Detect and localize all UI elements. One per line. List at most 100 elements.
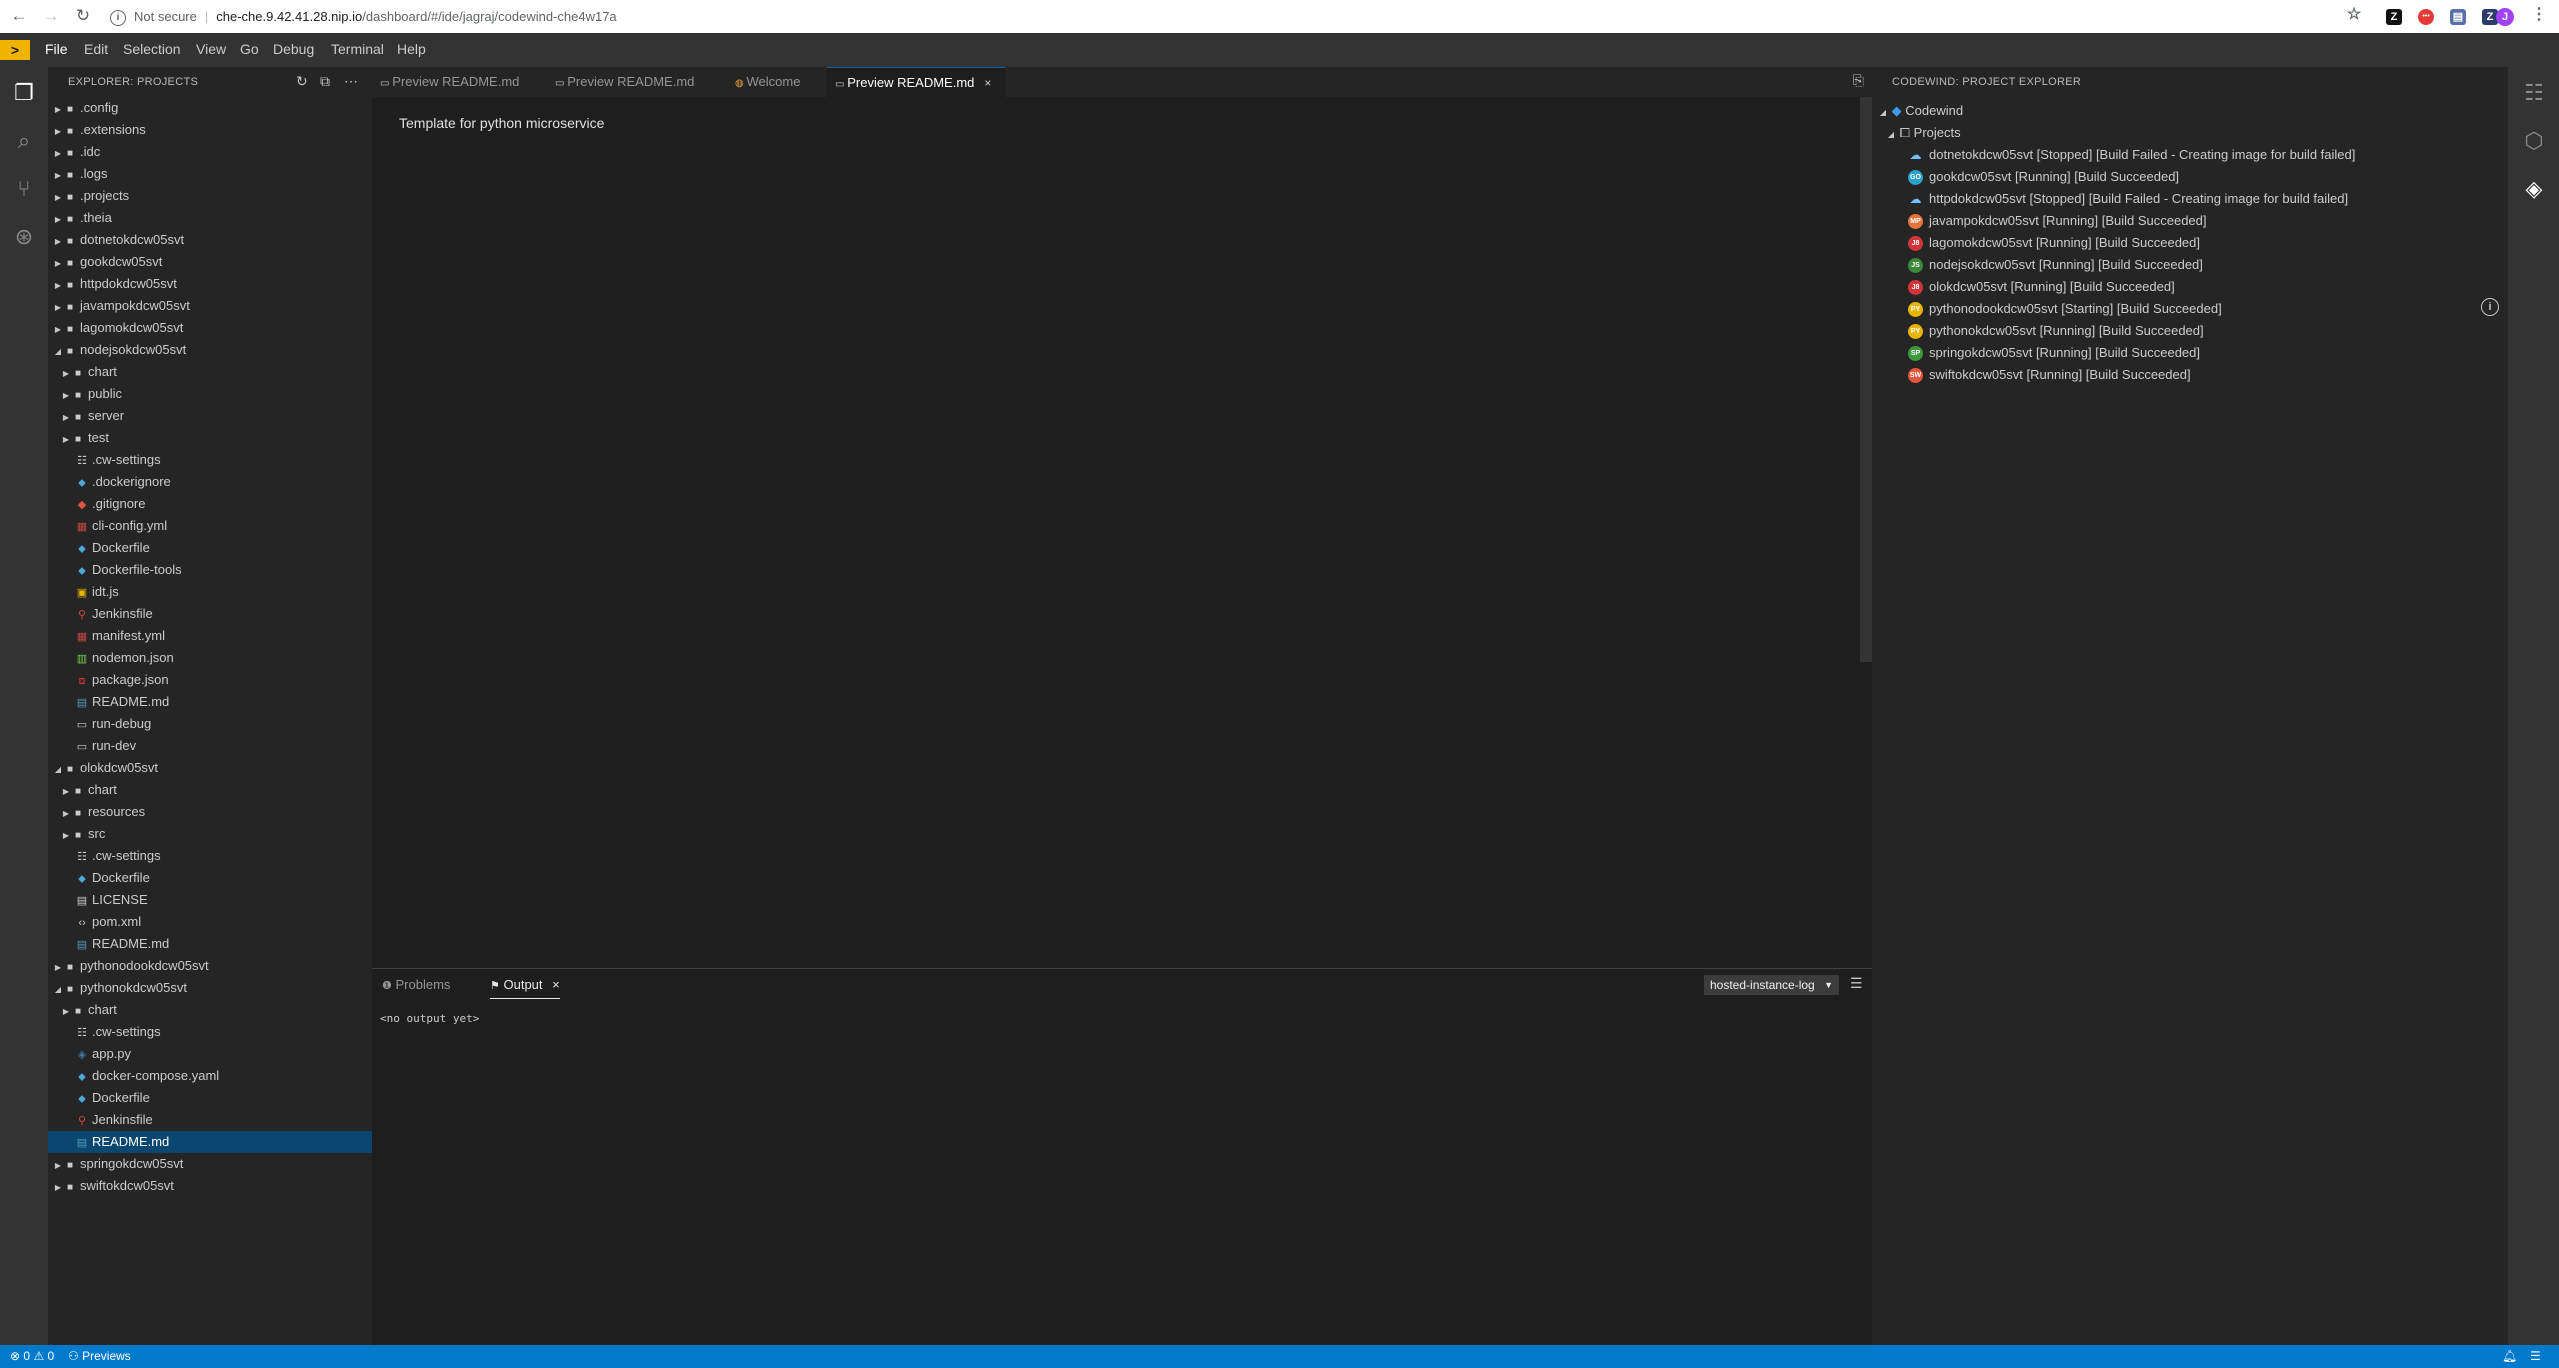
codewind-project[interactable]: SP springokdcw05svt [Running] [Build Succ… (1908, 342, 2200, 364)
tree-folder[interactable]: ▶ ■ public (48, 383, 372, 405)
tree-file[interactable]: ◆ .gitignore (48, 493, 372, 515)
codewind-project[interactable]: GO gookdcw05svt [Running] [Build Succeede… (1908, 166, 2179, 188)
tree-folder[interactable]: ▶ ■ httpdokdcw05svt (48, 273, 372, 295)
tree-file[interactable]: ‹› pom.xml (48, 911, 372, 933)
tree-folder[interactable]: ▶ ■ swiftokdcw05svt (48, 1175, 372, 1197)
tree-file[interactable]: ▭ run-debug (48, 713, 372, 735)
tree-file[interactable]: ▣ idt.js (48, 581, 372, 603)
tree-file[interactable]: ⬥ docker-compose.yaml (48, 1065, 372, 1087)
tree-file[interactable]: ▦ manifest.yml (48, 625, 372, 647)
debug-icon[interactable]: ⊛ (8, 221, 40, 253)
menu-debug[interactable]: Debug (273, 41, 314, 57)
codewind-project[interactable]: MP javampokdcw05svt [Running] [Build Succ… (1908, 210, 2207, 232)
search-icon[interactable]: ⌕ (8, 125, 40, 157)
back-icon[interactable]: ← (8, 5, 30, 27)
tree-folder[interactable]: ▶ ■ .theia (48, 207, 372, 229)
tree-file[interactable]: ▤ README.md (48, 691, 372, 713)
tree-file[interactable]: ⚲ Jenkinsfile (48, 603, 372, 625)
close-icon[interactable]: × (552, 977, 560, 992)
tab-output[interactable]: ⚑ Output × (490, 977, 560, 999)
editor-tab[interactable]: ▭ Preview README.md (372, 67, 547, 97)
plugins-cube-icon[interactable]: ⬡ (2518, 125, 2550, 157)
tab-problems[interactable]: ❶ Problems (382, 977, 450, 992)
tree-folder[interactable]: ▶ ■ springokdcw05svt (48, 1153, 372, 1175)
menu-edit[interactable]: Edit (84, 41, 108, 57)
tree-folder[interactable]: ▶ ■ .config (48, 97, 372, 119)
open-preview-icon[interactable]: ⎘ (1853, 72, 1864, 89)
tree-folder[interactable]: ▶ ■ .extensions (48, 119, 372, 141)
output-channel-select[interactable]: hosted-instance-log ▼ (1704, 975, 1839, 995)
codewind-root[interactable]: ◢ ◆ Codewind (1878, 100, 1963, 122)
editor-scrollbar[interactable] (1860, 97, 1872, 662)
tree-file[interactable]: ▤ README.md (48, 1131, 372, 1153)
more-actions-icon[interactable]: ⋯ (344, 73, 358, 90)
tree-file[interactable]: ☷ .cw-settings (48, 845, 372, 867)
tree-folder[interactable]: ▶ ■ lagomokdcw05svt (48, 317, 372, 339)
tree-folder[interactable]: ▶ ■ resources (48, 801, 372, 823)
tree-folder[interactable]: ▶ ■ test (48, 427, 372, 449)
tree-folder[interactable]: ◢ ■ olokdcw05svt (48, 757, 372, 779)
previews-status[interactable]: ⚇ Previews (68, 1345, 131, 1368)
bookmark-star-icon[interactable]: ☆ (2346, 7, 2362, 23)
menu-selection[interactable]: Selection (123, 41, 181, 57)
menu-help[interactable]: Help (397, 41, 426, 57)
tree-folder[interactable]: ▶ ■ .logs (48, 163, 372, 185)
editor-tab[interactable]: ▭ Preview README.md (547, 67, 727, 97)
info-icon[interactable]: i (110, 9, 126, 26)
tree-file[interactable]: ▤ LICENSE (48, 889, 372, 911)
tree-folder[interactable]: ◢ ■ nodejsokdcw05svt (48, 339, 372, 361)
tree-file[interactable]: ◈ app.py (48, 1043, 372, 1065)
tree-file[interactable]: ▭ run-dev (48, 735, 372, 757)
tree-file[interactable]: ⬥ Dockerfile (48, 1087, 372, 1109)
tree-folder[interactable]: ▶ ■ .idc (48, 141, 372, 163)
info-icon[interactable]: i (2481, 298, 2499, 316)
tree-folder[interactable]: ▶ ■ pythonodookdcw05svt (48, 955, 372, 977)
tree-folder[interactable]: ▶ ■ src (48, 823, 372, 845)
codewind-project[interactable]: JS nodejsokdcw05svt [Running] [Build Succ… (1908, 254, 2203, 276)
reload-icon[interactable]: ↻ (72, 5, 94, 27)
tree-file[interactable]: ⬥ Dockerfile-tools (48, 559, 372, 581)
close-icon[interactable]: × (984, 76, 991, 90)
codewind-project[interactable]: ☁ httpdokdcw05svt [Stopped] [Build Failed… (1908, 188, 2349, 210)
notifications-bell-icon[interactable]: 🔔︎ (2502, 1345, 2517, 1368)
address-bar[interactable]: i Not secure | che-che.9.42.41.28.nip.io/da… (110, 4, 2350, 29)
tree-file[interactable]: ⬥ Dockerfile (48, 537, 372, 559)
editor-tab[interactable]: ▭ Preview README.md × (827, 67, 1005, 97)
tree-file[interactable]: ☷ .cw-settings (48, 449, 372, 471)
tree-file[interactable]: ▥ nodemon.json (48, 647, 372, 669)
tree-folder[interactable]: ▶ ■ javampokdcw05svt (48, 295, 372, 317)
tree-file[interactable]: ⚲ Jenkinsfile (48, 1109, 372, 1131)
tree-file[interactable]: ▦ cli-config.yml (48, 515, 372, 537)
codewind-project[interactable]: PY pythonokdcw05svt [Running] [Build Succ… (1908, 320, 2204, 342)
markdown-preview[interactable]: Template for python microservice (372, 97, 1872, 965)
codewind-project[interactable]: SW swiftokdcw05svt [Running] [Build Succe… (1908, 364, 2191, 386)
codewind-project[interactable]: PY pythonodookdcw05svt [Starting] [Build … (1908, 298, 2222, 320)
tree-file[interactable]: ☷ .cw-settings (48, 1021, 372, 1043)
collapse-all-icon[interactable]: ⧉ (320, 73, 330, 90)
source-control-icon[interactable]: ⑂ (8, 173, 40, 205)
projects-group[interactable]: ◢ ⧠ Projects (1886, 122, 1961, 144)
tree-folder[interactable]: ▶ ■ chart (48, 779, 372, 801)
menu-terminal[interactable]: Terminal (331, 41, 384, 57)
tree-file[interactable]: ⧈ package.json (48, 669, 372, 691)
tree-file[interactable]: ▤ README.md (48, 933, 372, 955)
codewind-project[interactable]: J8 olokdcw05svt [Running] [Build Succeede… (1908, 276, 2175, 298)
menu-go[interactable]: Go (240, 41, 259, 57)
clear-output-icon[interactable]: ☰ (1850, 975, 1863, 992)
tree-folder[interactable]: ▶ ■ .projects (48, 185, 372, 207)
extension-chat-icon[interactable]: ▤ (2450, 9, 2466, 25)
tree-folder[interactable]: ▶ ■ server (48, 405, 372, 427)
menu-file[interactable]: File (45, 41, 68, 57)
tree-folder[interactable]: ◢ ■ pythonokdcw05svt (48, 977, 372, 999)
explorer-files-icon[interactable]: ❐ (8, 77, 40, 109)
refresh-icon[interactable]: ↻ (296, 73, 308, 90)
tree-file[interactable]: ⬥ .dockerignore (48, 471, 372, 493)
editor-tab[interactable]: ◍ Welcome (727, 67, 827, 97)
problems-status[interactable]: ⊗ 0 ⚠ 0 (10, 1345, 54, 1368)
tree-folder[interactable]: ▶ ■ chart (48, 361, 372, 383)
profile-avatar[interactable]: J (2496, 8, 2514, 26)
forward-icon[interactable]: → (40, 5, 62, 27)
outline-list-icon[interactable]: ☷ (2518, 77, 2550, 109)
tree-file[interactable]: ⬥ Dockerfile (48, 867, 372, 889)
tree-folder[interactable]: ▶ ■ chart (48, 999, 372, 1021)
